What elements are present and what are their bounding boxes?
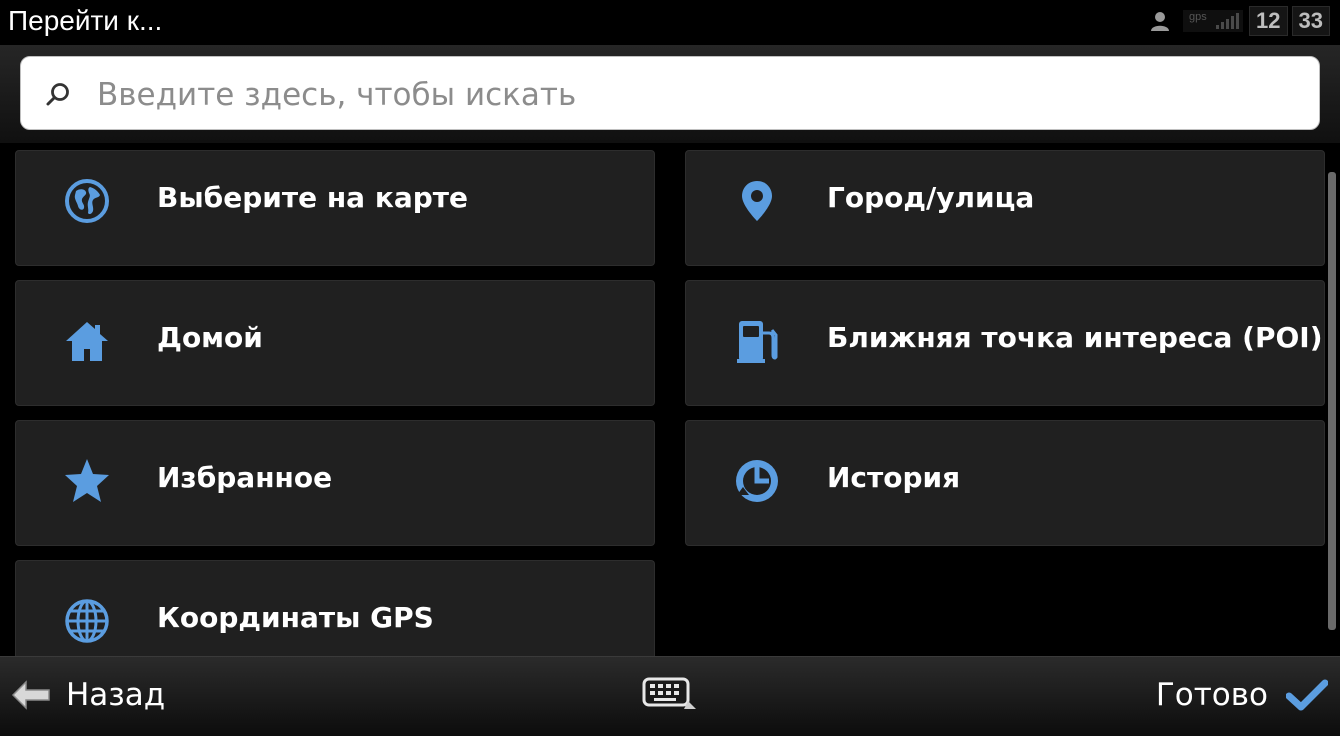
clock-minutes: 33 — [1291, 6, 1330, 36]
done-button[interactable]: Готово — [1156, 673, 1328, 717]
menu-item-label: Избранное — [157, 461, 333, 494]
keyboard-icon[interactable] — [640, 675, 702, 715]
menu-item-label: Координаты GPS — [157, 601, 434, 634]
menu-item-home[interactable]: Домой — [15, 280, 655, 406]
gps-signal-indicator: gps — [1183, 10, 1244, 32]
scrollbar[interactable] — [1328, 172, 1336, 630]
gps-label: gps — [1189, 11, 1207, 23]
bottom-bar: Назад Готово — [0, 656, 1340, 736]
top-bar: Перейти к... gps 12 33 — [0, 0, 1340, 45]
menu-item-label: Выберите на карте — [157, 181, 468, 214]
back-button-label: Назад — [66, 677, 166, 713]
done-button-label: Готово — [1155, 677, 1268, 713]
menu-item-label: История — [827, 461, 961, 494]
search-icon — [46, 83, 69, 106]
menu-item-label: Город/улица — [827, 181, 1035, 214]
grid-globe-icon — [65, 599, 109, 643]
home-icon — [66, 322, 108, 361]
history-clock-icon — [736, 460, 778, 502]
menu-item-favorites[interactable]: Избранное — [15, 420, 655, 546]
user-icon — [1151, 12, 1170, 31]
menu-item-history[interactable]: История — [685, 420, 1325, 546]
clock: 12 33 — [1249, 6, 1330, 36]
clock-hours: 12 — [1249, 6, 1288, 36]
menu-item-label: Ближняя точка интереса (POI) — [827, 321, 1323, 354]
search-box[interactable] — [20, 56, 1320, 130]
check-icon — [1286, 679, 1328, 711]
globe-map-icon — [65, 179, 109, 223]
signal-bars-icon — [1216, 13, 1240, 29]
fuel-station-icon — [737, 321, 778, 363]
star-icon — [65, 459, 109, 502]
menu-item-select-on-map[interactable]: Выберите на карте — [15, 150, 655, 266]
menu-item-city-street[interactable]: Город/улица — [685, 150, 1325, 266]
back-button[interactable]: Назад — [10, 673, 165, 717]
back-arrow-icon — [11, 680, 50, 710]
status-area: gps 12 33 — [1149, 6, 1330, 36]
location-pin-icon — [742, 181, 772, 221]
menu-item-label: Домой — [157, 321, 263, 354]
menu-item-nearby-poi[interactable]: Ближняя точка интереса (POI) — [685, 280, 1325, 406]
page-title: Перейти к... — [8, 5, 163, 36]
navigation-app: Перейти к... gps 12 33 Введите здесь, чт… — [0, 0, 1340, 736]
menu-item-gps-coordinates[interactable]: Координаты GPS — [15, 560, 655, 656]
search-input[interactable] — [95, 69, 1299, 121]
